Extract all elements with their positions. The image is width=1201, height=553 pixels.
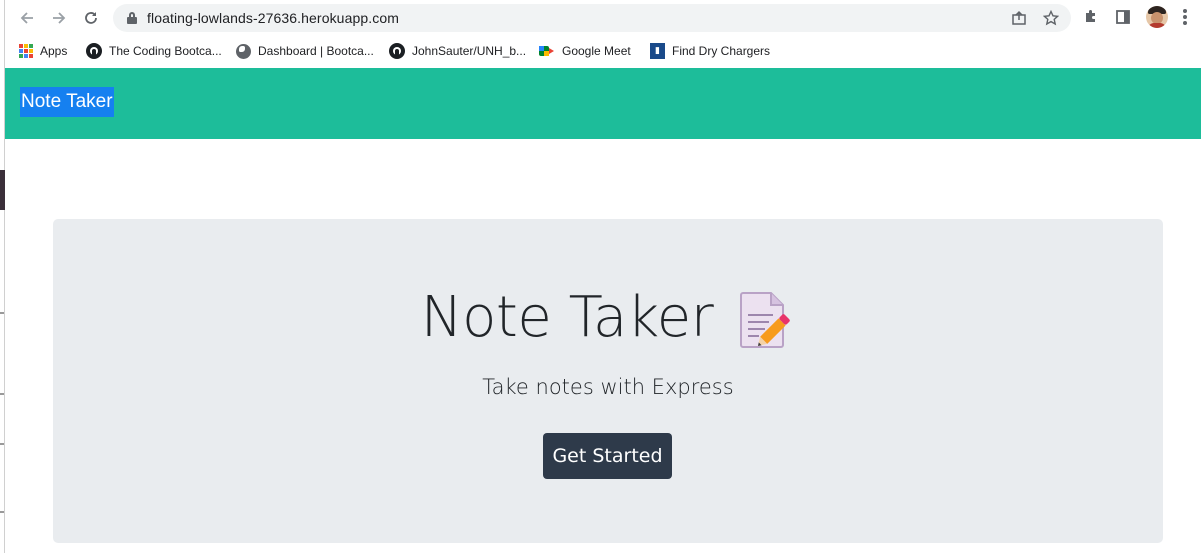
bookmark-label: The Coding Bootca... xyxy=(109,44,222,58)
bookmark-label: Dashboard | Bootca... xyxy=(258,44,374,58)
apps-grid-icon xyxy=(19,44,33,58)
hero-title-row: Note Taker xyxy=(53,283,1163,353)
bookmark-find-dry-chargers[interactable]: ▮ Find Dry Chargers xyxy=(650,40,770,62)
bookmark-dashboard[interactable]: Dashboard | Bootca... xyxy=(236,40,374,62)
bookmark-label: Apps xyxy=(40,44,68,58)
forward-arrow-icon[interactable] xyxy=(46,5,72,31)
get-started-button[interactable]: Get Started xyxy=(543,433,672,479)
side-panel-icon[interactable] xyxy=(1111,5,1135,29)
url-text[interactable]: floating-lowlands-27636.herokuapp.com xyxy=(147,10,399,26)
lock-icon[interactable] xyxy=(127,12,137,24)
app-navbar: Note Taker xyxy=(5,68,1201,139)
bookmark-johnsauter-repo[interactable]: JohnSauter/UNH_b... xyxy=(389,40,526,62)
reload-icon[interactable] xyxy=(78,5,104,31)
github-icon xyxy=(86,43,102,59)
memo-pencil-icon xyxy=(739,291,795,349)
browser-toolbar: floating-lowlands-27636.herokuapp.com xyxy=(5,0,1201,35)
navbar-brand-link[interactable]: Note Taker xyxy=(20,87,114,117)
globe-icon xyxy=(236,43,251,59)
extensions-icon[interactable] xyxy=(1079,5,1103,29)
hero-jumbotron: Note Taker Take notes with Express Get S… xyxy=(53,219,1163,543)
bookmark-label: Find Dry Chargers xyxy=(672,44,771,58)
bookmarks-bar: Apps The Coding Bootca... Dashboard | Bo… xyxy=(5,35,1201,68)
bookmark-label: Google Meet xyxy=(562,44,631,58)
github-icon xyxy=(389,43,405,59)
browser-window: floating-lowlands-27636.herokuapp.com Ap… xyxy=(0,0,1201,553)
share-icon[interactable] xyxy=(1009,8,1029,28)
bookmark-google-meet[interactable]: Google Meet xyxy=(539,40,631,62)
hero-subtitle: Take notes with Express xyxy=(482,375,734,399)
web-page: Note Taker Note Taker Take notes with Ex… xyxy=(5,68,1201,553)
bookmark-star-icon[interactable] xyxy=(1041,8,1061,28)
bookmark-coding-bootcamp[interactable]: The Coding Bootca... xyxy=(86,40,222,62)
dry-chargers-icon: ▮ xyxy=(650,43,665,59)
bookmark-apps[interactable]: Apps xyxy=(19,40,67,62)
google-meet-icon xyxy=(539,44,555,58)
profile-avatar[interactable] xyxy=(1146,6,1168,28)
menu-icon[interactable] xyxy=(1183,9,1187,25)
bookmark-label: JohnSauter/UNH_b... xyxy=(412,44,527,58)
back-arrow-icon[interactable] xyxy=(14,5,40,31)
address-bar[interactable]: floating-lowlands-27636.herokuapp.com xyxy=(113,4,1071,32)
hero-title: Note Taker xyxy=(420,285,714,350)
